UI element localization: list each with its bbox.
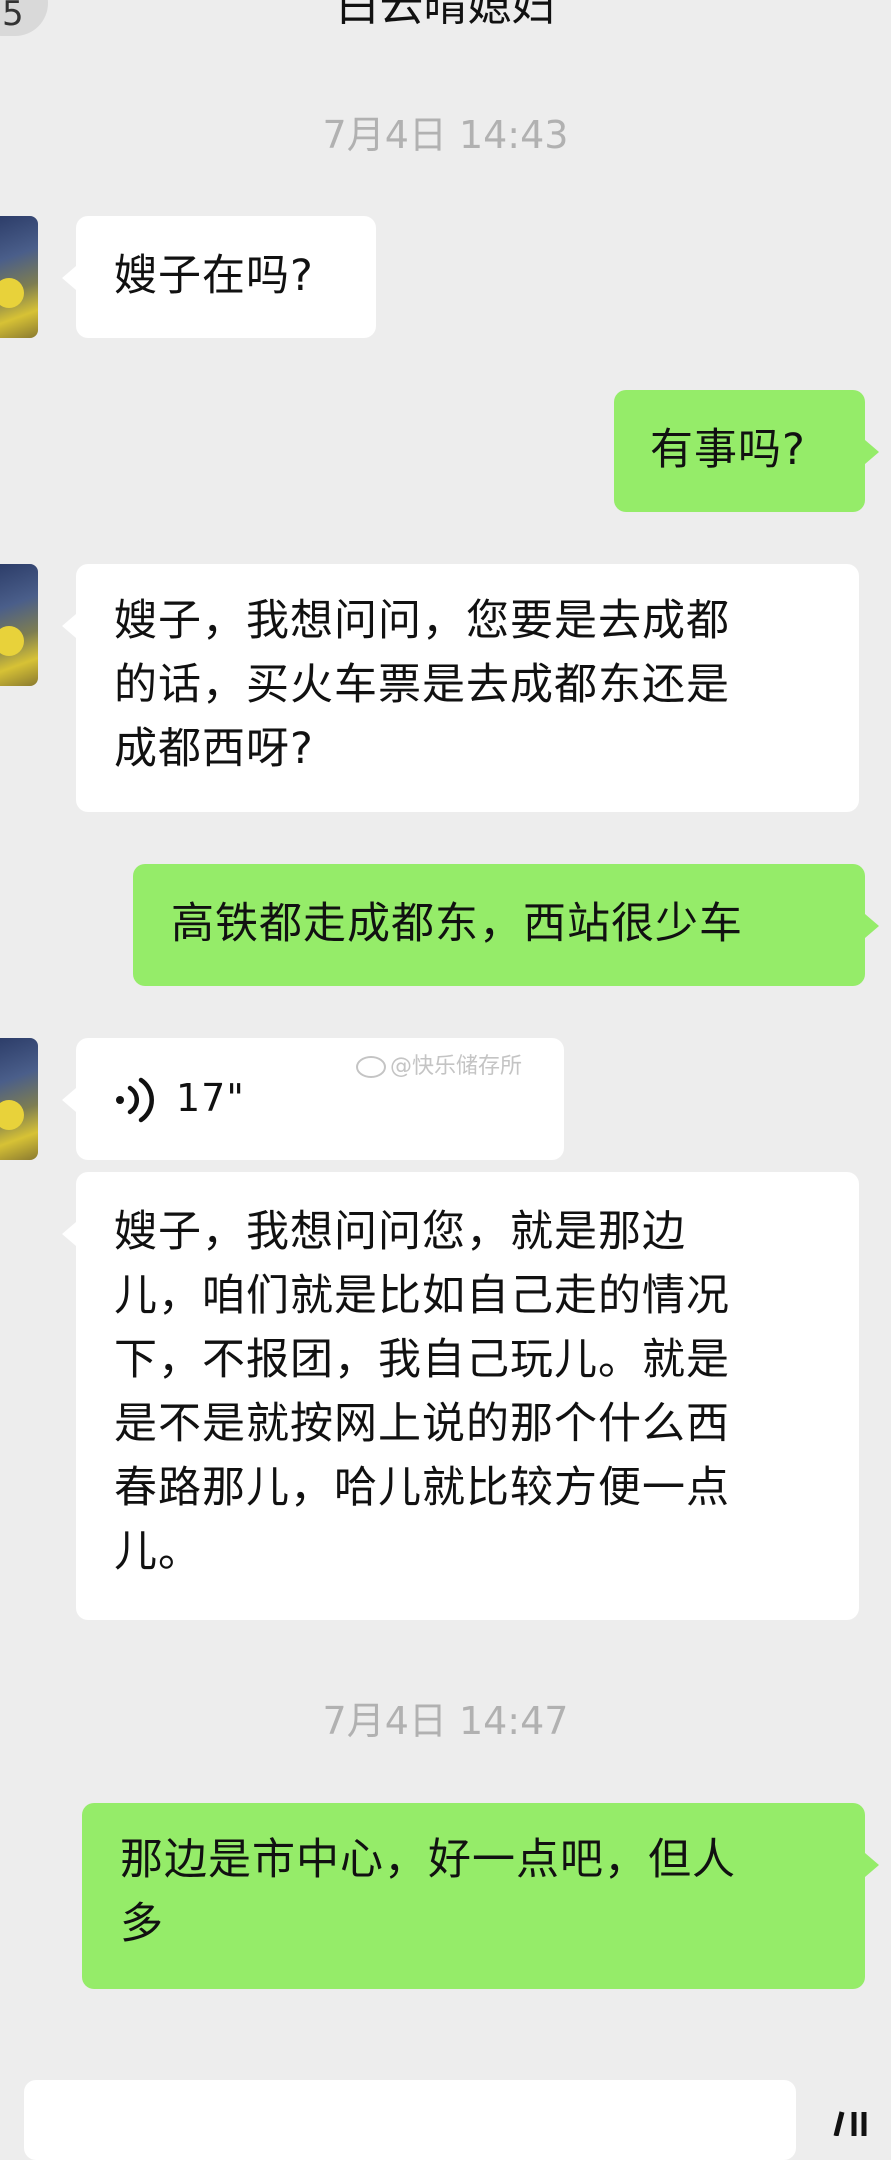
message-line: 儿，咱们就是比如自己走的情况 <box>114 1271 730 1321</box>
message-line: 春路那儿，哈儿就比较方便一点 <box>114 1463 730 1513</box>
message-bubble-outgoing[interactable]: 高铁都走成都东，西站很少车 <box>133 864 879 986</box>
voice-toggle-icon[interactable] <box>832 2110 891 2136</box>
message-bubble-incoming[interactable]: 嫂子，我想问问，您要是去成都 的话，买火车票是去成都东还是 成都西呀? <box>62 564 859 812</box>
message-line: 成都西呀? <box>114 724 314 774</box>
message-line: 那边是市中心，好一点吧，但人 <box>120 1835 736 1885</box>
message-line: 多 <box>120 1899 164 1949</box>
message-line: 嫂子，我想问问，您要是去成都 <box>114 596 730 646</box>
message-text: 高铁都走成都东，西站很少车 <box>171 899 743 949</box>
watermark-text: @快乐储存所 <box>390 1054 523 1079</box>
contact-avatar[interactable] <box>0 564 38 686</box>
message-input[interactable] <box>24 2080 796 2160</box>
chat-title: 白云晴媳妇 <box>335 0 556 31</box>
message-line: 嫂子，我想问问您，就是那边 <box>114 1207 686 1257</box>
message-text: 嫂子在吗? <box>114 251 314 301</box>
message-bubble-outgoing[interactable]: 有事吗? <box>614 390 879 512</box>
message-text: 有事吗? <box>650 425 806 475</box>
message-line: 是不是就按网上说的那个什么西 <box>114 1399 730 1449</box>
contact-avatar[interactable] <box>0 216 38 338</box>
contact-avatar[interactable] <box>0 1038 38 1160</box>
watermark: @快乐储存所 <box>356 1052 522 1082</box>
message-bubble-outgoing[interactable]: 那边是市中心，好一点吧，但人 多 <box>82 1803 879 1989</box>
message-line: 的话，买火车票是去成都东还是 <box>114 660 730 710</box>
message-bubble-incoming[interactable]: 嫂子，我想问问您，就是那边 儿，咱们就是比如自己走的情况 下，不报团，我自己玩儿… <box>62 1172 859 1620</box>
voice-wave-icon <box>116 1077 154 1123</box>
voice-duration: 17" <box>176 1076 245 1120</box>
weibo-logo-icon <box>356 1056 386 1078</box>
timestamp: 7月4日 14:43 <box>322 113 569 157</box>
message-line: 下，不报团，我自己玩儿。就是 <box>114 1335 730 1385</box>
timestamp: 7月4日 14:47 <box>322 1699 569 1743</box>
message-line: 儿。 <box>114 1527 202 1577</box>
message-bubble-incoming[interactable]: 嫂子在吗? <box>62 216 376 338</box>
